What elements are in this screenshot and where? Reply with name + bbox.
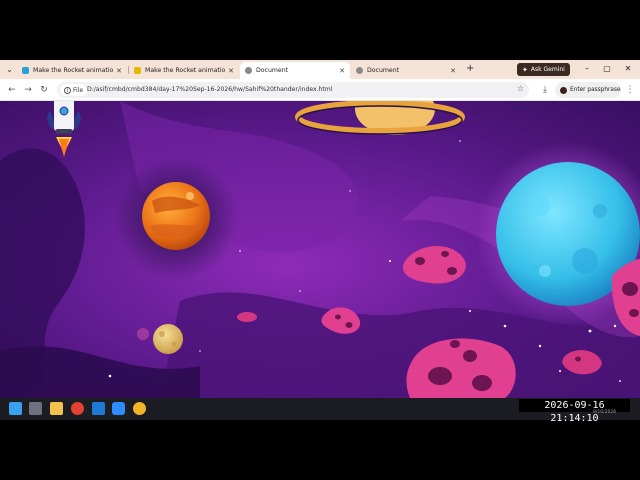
star	[299, 290, 301, 292]
star	[469, 310, 471, 312]
profile-avatar-icon	[560, 86, 567, 94]
crater	[575, 356, 581, 362]
browser-toolbar: ← → ↻ i File D:/asif/cmbd/cmbd384/day-17…	[0, 79, 640, 101]
tab-close-icon[interactable]: ✕	[228, 67, 234, 75]
star	[389, 260, 391, 262]
tab-title: Make the Rocket animation by	[145, 67, 226, 74]
crater	[593, 204, 607, 218]
task-view-icon[interactable]	[29, 402, 42, 415]
maximize-button[interactable]: ▢	[600, 63, 614, 75]
forward-arrow-icon[interactable]: →	[22, 84, 34, 96]
tab-strip: ⌄ Make the Rocket animation by ✕ Make th…	[0, 60, 640, 79]
url-text[interactable]: D:/asif/cmbd/cmbd384/day-17%20Sep-16-202…	[87, 86, 332, 93]
file-explorer-icon[interactable]	[50, 402, 63, 415]
back-arrow-icon[interactable]: ←	[6, 84, 18, 96]
info-icon: i	[64, 86, 71, 94]
tab-4[interactable]: Document ✕	[351, 62, 461, 79]
crater	[186, 192, 194, 200]
crater	[159, 331, 165, 337]
close-window-button[interactable]: ✕	[621, 63, 635, 75]
tab-title: Document	[367, 67, 400, 74]
tab-favicon-icon	[245, 67, 252, 74]
tab-2[interactable]: Make the Rocket animation by ✕	[129, 62, 239, 79]
orange-planet-body	[142, 182, 210, 250]
reload-icon[interactable]: ↻	[38, 84, 50, 96]
app-icon[interactable]	[92, 402, 105, 415]
star	[349, 190, 351, 192]
crater	[530, 196, 550, 216]
crater	[463, 350, 477, 362]
space-scene	[0, 101, 640, 398]
crater	[441, 251, 449, 257]
kebab-menu-icon[interactable]: ⋮	[624, 84, 636, 96]
sparkle-icon: ✦	[522, 65, 528, 74]
screen: ⌄ Make the Rocket animation by ✕ Make th…	[0, 0, 640, 480]
site-info-chip[interactable]: i File	[60, 84, 88, 96]
asteroid	[237, 312, 257, 322]
crater	[539, 265, 551, 277]
tab-close-icon[interactable]: ✕	[339, 67, 345, 75]
tab-1[interactable]: Make the Rocket animation by ✕	[17, 62, 127, 79]
page-content	[0, 101, 640, 398]
download-icon[interactable]: ⤓	[539, 84, 551, 96]
tray-date: 9/16/2026	[593, 410, 617, 415]
star	[588, 329, 592, 333]
tab-close-icon[interactable]: ✕	[116, 67, 122, 75]
tab-search-icon[interactable]: ⌄	[3, 63, 16, 76]
crater	[472, 375, 492, 391]
tab-favicon-icon	[356, 67, 363, 74]
tab-close-icon[interactable]: ✕	[450, 67, 456, 75]
star	[559, 370, 561, 372]
chrome-profile-icon[interactable]	[133, 402, 146, 415]
crater	[450, 340, 460, 348]
rocket-body	[54, 101, 74, 133]
chrome-icon[interactable]	[71, 402, 84, 415]
browser-window: ⌄ Make the Rocket animation by ✕ Make th…	[0, 60, 640, 398]
crater	[345, 322, 353, 328]
tab-title: Make the Rocket animation by	[33, 67, 114, 74]
new-tab-button[interactable]: +	[466, 63, 474, 75]
tab-favicon-icon	[22, 67, 29, 74]
tab-3-active[interactable]: Document ✕	[240, 62, 350, 79]
passphrase-button[interactable]: Enter passphrase	[555, 82, 621, 98]
ask-gemini-label: Ask Gemini	[530, 66, 565, 73]
address-bar[interactable]: i File D:/asif/cmbd/cmbd384/day-17%20Sep…	[57, 82, 529, 98]
star	[239, 250, 241, 252]
crater	[572, 248, 598, 274]
rocket-nozzle	[56, 129, 72, 134]
star	[108, 374, 112, 378]
minimize-button[interactable]: –	[580, 63, 594, 75]
asteroid-body	[237, 312, 257, 322]
crater	[428, 367, 452, 385]
crater	[629, 309, 639, 317]
crater	[171, 341, 177, 347]
small-moon	[153, 324, 183, 354]
star	[459, 140, 461, 142]
star	[199, 350, 201, 352]
file-chip-label: File	[73, 86, 84, 94]
crater	[622, 282, 638, 296]
crater	[335, 314, 341, 320]
passphrase-label: Enter passphrase	[570, 87, 621, 93]
star	[619, 380, 621, 382]
bookmark-star-icon[interactable]: ☆	[517, 84, 524, 93]
star	[538, 344, 542, 348]
crater	[447, 267, 457, 275]
tiny-planet	[137, 328, 149, 340]
crater	[415, 257, 425, 265]
tab-favicon-icon	[134, 67, 141, 74]
star	[613, 324, 617, 328]
orange-planet	[142, 182, 210, 250]
small-moon-body	[153, 324, 183, 354]
rocket-window	[59, 106, 69, 116]
star	[503, 324, 507, 328]
zoom-icon[interactable]	[112, 402, 125, 415]
start-windows-icon[interactable]	[9, 402, 22, 415]
tab-title: Document	[256, 67, 289, 74]
ask-gemini-button[interactable]: ✦ Ask Gemini	[517, 63, 570, 76]
